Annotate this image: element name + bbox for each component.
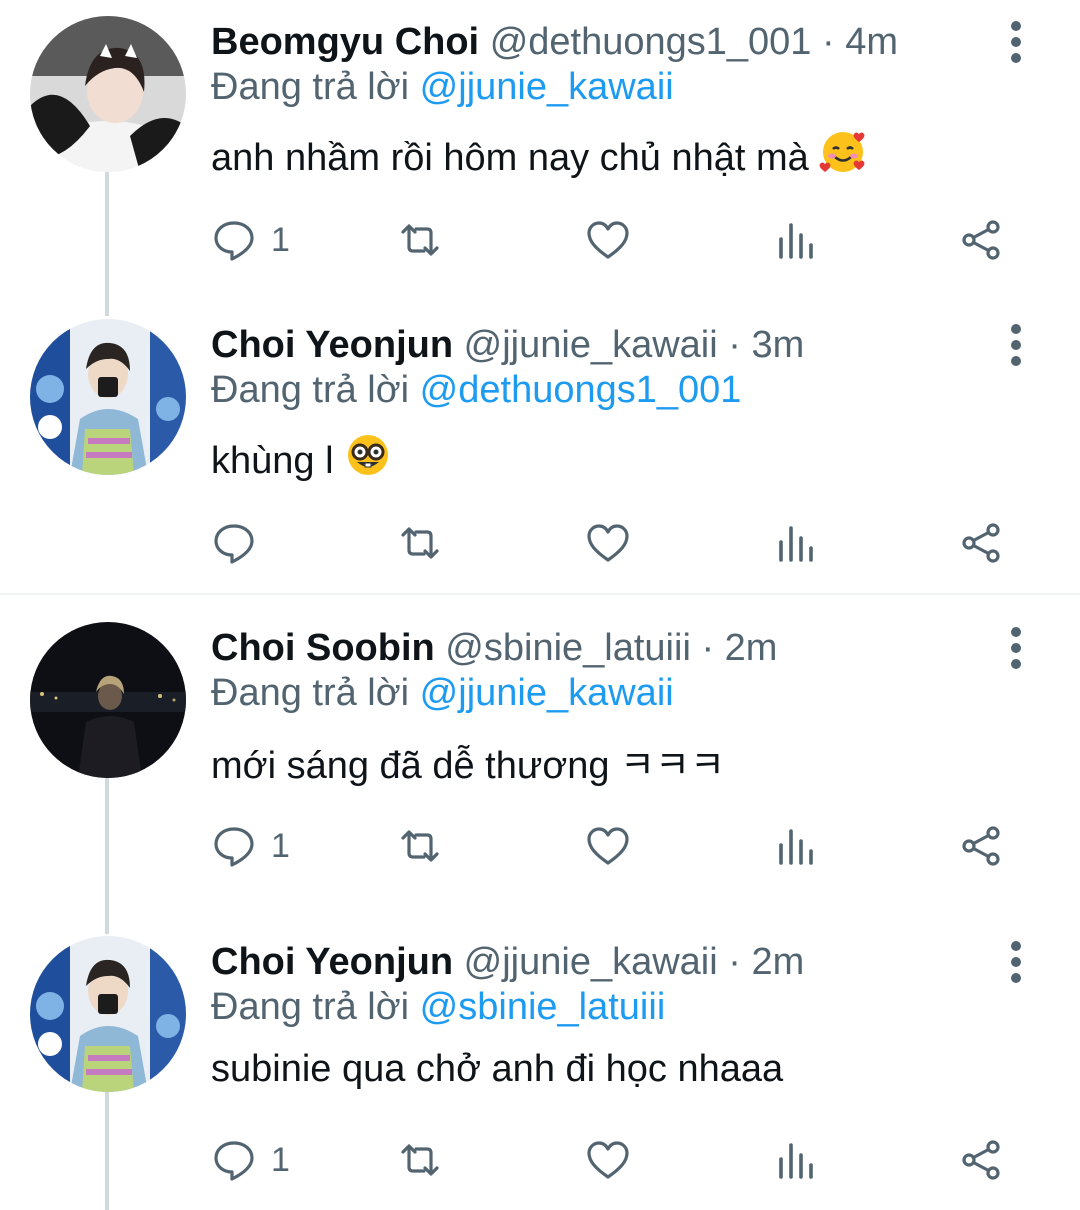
avatar-image [30,936,186,1092]
views-button[interactable] [773,818,819,874]
retweet-button[interactable] [397,818,443,874]
replying-to: Đang trả lời @jjunie_kawaii [211,66,674,109]
replying-prefix: Đang trả lời [211,369,410,411]
tweet-body: mới sáng đã dễ thương ㅋㅋㅋ [211,745,725,787]
more-options-icon[interactable] [1000,626,1032,670]
replying-prefix: Đang trả lời [211,66,410,108]
replying-to: Đang trả lời @sbinie_latuiii [211,986,665,1029]
tweet-actions [211,515,1041,571]
share-icon [962,523,1000,563]
mention-link[interactable]: @jjunie_kawaii [420,66,674,108]
share-button[interactable] [959,515,1005,571]
tweet-header: Choi Yeonjun @jjunie_kawaii · 3m [211,319,804,371]
views-button[interactable] [773,1132,819,1188]
avatar[interactable] [30,319,186,475]
reply-icon [214,524,254,564]
tweet-body: khùng l [211,440,334,482]
tweet-actions: 1 [211,1132,1041,1188]
reply-count: 1 [271,220,290,259]
reply-count: 1 [271,1140,290,1179]
mention-link[interactable]: @jjunie_kawaii [420,672,674,714]
reply-button[interactable]: 1 [211,212,290,268]
avatar-image [30,622,186,778]
replying-prefix: Đang trả lời [211,986,410,1028]
avatar[interactable] [30,16,186,172]
smiling-face-with-hearts-icon [819,128,867,186]
reply-count: 1 [271,826,290,865]
reply-thread: Beomgyu Choi @dethuongs1_001 · 4m Đang t… [0,0,1080,1210]
views-chart-icon [779,223,813,259]
share-button[interactable] [959,1132,1005,1188]
views-chart-icon [779,526,813,562]
like-button[interactable] [585,1132,631,1188]
tweet[interactable]: Choi Yeonjun @jjunie_kawaii · 2m Đang tr… [0,936,1080,1206]
retweet-icon [401,527,439,559]
more-options-icon[interactable] [1000,940,1032,984]
heart-icon [587,827,629,865]
reply-button[interactable]: 1 [211,1132,290,1188]
tweet[interactable]: Choi Yeonjun @jjunie_kawaii · 3m Đang tr… [0,319,1080,589]
mention-link[interactable]: @dethuongs1_001 [420,369,742,411]
reply-button[interactable]: 1 [211,818,290,874]
avatar-image [30,319,186,475]
views-chart-icon [779,829,813,865]
display-name[interactable]: Choi Yeonjun [211,941,453,983]
tweet-body: subinie qua chở anh đi học nhaaa [211,1048,784,1090]
retweet-icon [401,1144,439,1176]
tweet-actions: 1 [211,212,1041,268]
mention-link[interactable]: @sbinie_latuiii [420,986,666,1028]
heart-icon [587,524,629,562]
retweet-icon [401,224,439,256]
retweet-icon [401,830,439,862]
display-name[interactable]: Choi Soobin [211,627,435,669]
share-button[interactable] [959,212,1005,268]
more-options-icon[interactable] [1000,323,1032,367]
heart-icon [587,1141,629,1179]
tweet-body: anh nhầm rồi hôm nay chủ nhật mà [211,137,809,179]
tweet-actions: 1 [211,818,1041,874]
tweet-text: subinie qua chở anh đi học nhaaa [211,1048,783,1091]
share-icon [962,220,1000,260]
display-name[interactable]: Choi Yeonjun [211,324,453,366]
tweet[interactable]: Beomgyu Choi @dethuongs1_001 · 4m Đang t… [0,16,1080,306]
avatar[interactable] [30,622,186,778]
share-icon [962,1140,1000,1180]
like-button[interactable] [585,818,631,874]
replying-to: Đang trả lời @jjunie_kawaii [211,672,674,715]
share-button[interactable] [959,818,1005,874]
thread-divider [0,593,1080,595]
retweet-button[interactable] [397,515,443,571]
replying-to: Đang trả lời @dethuongs1_001 [211,369,741,412]
tweet-header: Choi Soobin @sbinie_latuiii · 2m [211,622,777,674]
heart-icon [587,221,629,259]
display-name[interactable]: Beomgyu Choi [211,21,479,63]
views-chart-icon [779,1143,813,1179]
tweet-text: mới sáng đã dễ thương ㅋㅋㅋ [211,734,725,789]
handle-and-time[interactable]: @sbinie_latuiii · 2m [445,627,777,669]
more-options-icon[interactable] [1000,20,1032,64]
retweet-button[interactable] [397,1132,443,1188]
tweet-text: khùng l [211,431,392,489]
reply-button[interactable] [211,515,271,571]
reply-icon [214,1141,254,1181]
replying-prefix: Đang trả lời [211,672,410,714]
handle-and-time[interactable]: @jjunie_kawaii · 2m [464,941,805,983]
share-icon [962,826,1000,866]
nerd-face-icon [344,431,392,489]
views-button[interactable] [773,212,819,268]
views-button[interactable] [773,515,819,571]
handle-and-time[interactable]: @dethuongs1_001 · 4m [490,21,898,63]
reply-icon [214,221,254,261]
like-button[interactable] [585,212,631,268]
tweet-header: Choi Yeonjun @jjunie_kawaii · 2m [211,936,804,988]
retweet-button[interactable] [397,212,443,268]
handle-and-time[interactable]: @jjunie_kawaii · 3m [464,324,805,366]
reply-icon [214,827,254,867]
like-button[interactable] [585,515,631,571]
tweet-text: anh nhầm rồi hôm nay chủ nhật mà [211,128,867,186]
avatar[interactable] [30,936,186,1092]
avatar-image [30,16,186,172]
tweet[interactable]: Choi Soobin @sbinie_latuiii · 2m Đang tr… [0,622,1080,922]
tweet-header: Beomgyu Choi @dethuongs1_001 · 4m [211,16,898,68]
